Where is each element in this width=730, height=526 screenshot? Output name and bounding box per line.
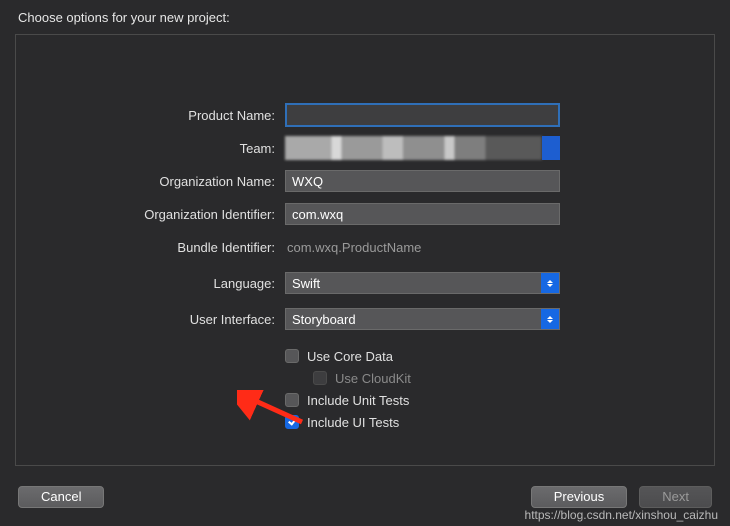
team-dropdown-icon <box>542 136 560 160</box>
footer: Cancel Previous Next <box>0 486 730 508</box>
cloudkit-checkbox <box>313 371 327 385</box>
product-name-input[interactable] <box>285 103 560 127</box>
bundle-id-label: Bundle Identifier: <box>0 240 285 255</box>
org-name-label: Organization Name: <box>0 174 285 189</box>
cancel-button[interactable]: Cancel <box>18 486 104 508</box>
ui-tests-checkbox[interactable] <box>285 415 299 429</box>
product-name-label: Product Name: <box>0 108 285 123</box>
core-data-checkbox[interactable] <box>285 349 299 363</box>
ui-value: Storyboard <box>292 312 356 327</box>
team-label: Team: <box>0 141 285 156</box>
org-id-label: Organization Identifier: <box>0 207 285 222</box>
org-id-input[interactable] <box>285 203 560 225</box>
chevron-updown-icon <box>541 273 559 293</box>
chevron-updown-icon <box>541 309 559 329</box>
watermark: https://blog.csdn.net/xinshou_caizhu <box>525 508 718 522</box>
ui-label: User Interface: <box>0 312 285 327</box>
previous-button[interactable]: Previous <box>531 486 628 508</box>
ui-tests-label: Include UI Tests <box>307 415 399 430</box>
options-form: Product Name: Team: Organization Name: O… <box>0 100 730 433</box>
org-name-input[interactable] <box>285 170 560 192</box>
ui-select[interactable]: Storyboard <box>285 308 560 330</box>
dialog-title: Choose options for your new project: <box>0 0 730 33</box>
unit-tests-label: Include Unit Tests <box>307 393 409 408</box>
core-data-label: Use Core Data <box>307 349 393 364</box>
bundle-id-value: com.wxq.ProductName <box>285 240 421 255</box>
cloudkit-label: Use CloudKit <box>335 371 411 386</box>
unit-tests-checkbox[interactable] <box>285 393 299 407</box>
language-value: Swift <box>292 276 320 291</box>
team-select[interactable] <box>285 137 560 159</box>
language-label: Language: <box>0 276 285 291</box>
team-value-redacted <box>285 136 542 160</box>
language-select[interactable]: Swift <box>285 272 560 294</box>
next-button[interactable]: Next <box>639 486 712 508</box>
